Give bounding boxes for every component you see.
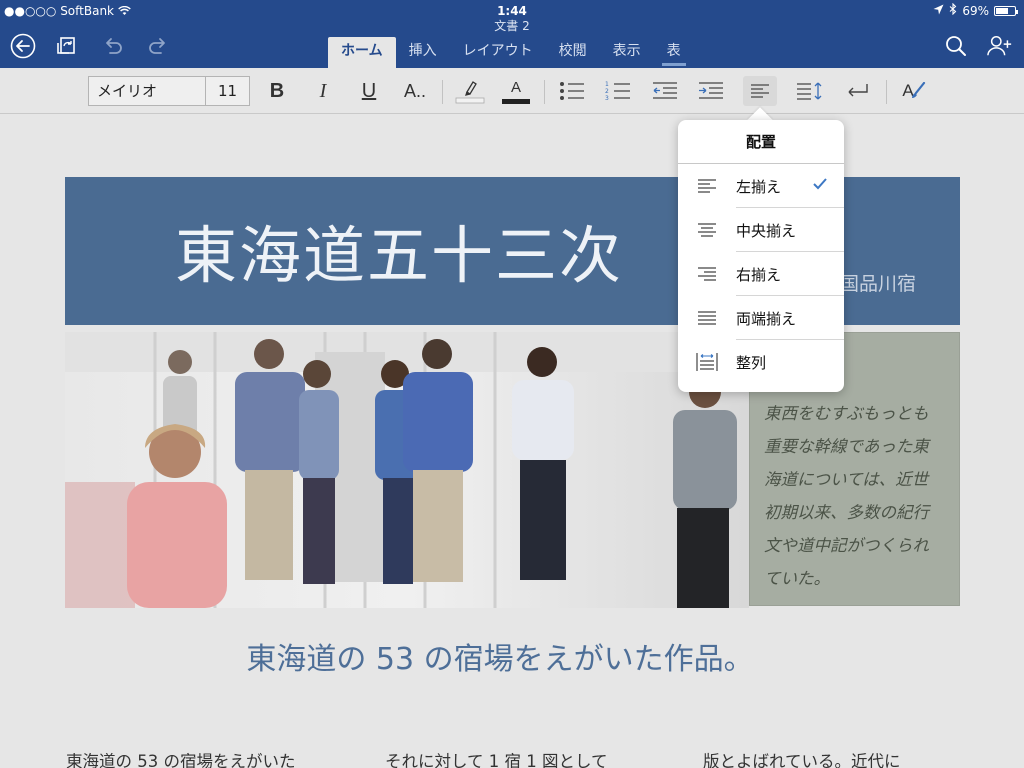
banner-title[interactable]: 東海道五十三次 — [175, 205, 623, 295]
align-left-icon — [751, 84, 769, 98]
tab-table[interactable]: 表 — [654, 37, 694, 68]
undo-icon[interactable] — [100, 33, 126, 59]
sidebar-line: 文や道中記がつくられ — [764, 536, 929, 555]
paintbrush-icon — [911, 82, 925, 98]
distributed-option[interactable]: 整列 — [678, 340, 844, 384]
option-label: 右揃え — [736, 265, 782, 284]
ribbon-toolbar: メイリオ 11 B I U A.. A 123 A — [0, 68, 1024, 114]
align-justify-option[interactable]: 両端揃え — [678, 296, 844, 340]
option-label: 左揃え — [736, 177, 782, 196]
bullet-list-button[interactable] — [555, 76, 589, 106]
option-label: 両端揃え — [736, 309, 797, 328]
font-color-button[interactable]: A — [499, 76, 533, 106]
font-picker[interactable]: メイリオ 11 — [88, 76, 250, 106]
tab-insert[interactable]: 挿入 — [396, 37, 450, 68]
alignment-popover: 配置 左揃え 中央揃え 右揃え 両端揃え 整列 — [678, 120, 844, 392]
svg-text:2: 2 — [605, 88, 609, 95]
redo-icon[interactable] — [145, 33, 171, 59]
highlight-button[interactable] — [453, 76, 487, 106]
checkmark-icon — [812, 176, 828, 195]
subheading[interactable]: 東海道の 53 の宿場をえがいた作品。 — [0, 634, 1000, 678]
font-size-field[interactable]: 11 — [206, 77, 249, 105]
align-right-icon — [698, 267, 716, 281]
line-spacing-icon — [797, 82, 822, 100]
body-column-3[interactable]: 版とよばれている。近代に — [703, 748, 901, 768]
decrease-indent-button[interactable] — [648, 76, 682, 106]
battery-fill — [996, 8, 1009, 14]
sidebar-line: 東西をむすぶもっとも — [764, 404, 929, 423]
numbered-list-button[interactable]: 123 — [601, 76, 635, 106]
sidebar-line: ていた。 — [764, 569, 830, 588]
sidebar-line: 海道については、近世 — [764, 470, 929, 489]
option-label: 中央揃え — [736, 221, 797, 240]
font-color-letter: A — [510, 78, 521, 96]
align-left-icon — [698, 179, 716, 193]
document-canvas[interactable]: 東海道五十三次 国品川宿 東西をむすぶもっとも 重要な幹線であった東 海道につい… — [0, 114, 1024, 768]
sync-document-icon[interactable] — [54, 33, 80, 59]
align-center-option[interactable]: 中央揃え — [678, 208, 844, 252]
numbered-list-icon: 123 — [605, 81, 630, 101]
paragraph-mark-button[interactable] — [841, 76, 875, 106]
ribbon-separator — [442, 80, 443, 104]
tab-home[interactable]: ホーム — [328, 37, 396, 68]
title-bar: ●●○○○ SoftBank 1:44 69% 文書 2 ホーム 挿入 レイアウ… — [0, 0, 1024, 68]
align-justify-icon — [698, 311, 716, 325]
document-title: 文書 2 — [494, 19, 530, 33]
more-format-button[interactable]: A.. — [398, 76, 432, 106]
increase-indent-button[interactable] — [694, 76, 728, 106]
bold-button[interactable]: B — [260, 76, 294, 106]
line-spacing-button[interactable] — [793, 76, 827, 106]
popover-title: 配置 — [678, 120, 844, 164]
search-icon[interactable] — [943, 33, 969, 59]
tab-review[interactable]: 校閲 — [546, 37, 600, 68]
sidebar-text: 東西をむすぶもっとも 重要な幹線であった東 海道については、近世 初期以来、多数… — [764, 397, 947, 595]
svg-text:1: 1 — [605, 81, 609, 88]
banner-subtitle[interactable]: 国品川宿 — [840, 269, 916, 296]
tab-layout[interactable]: レイアウト — [450, 37, 546, 68]
underline-button[interactable]: U — [352, 76, 386, 106]
increase-indent-icon — [699, 82, 723, 99]
align-center-icon — [698, 223, 716, 237]
body-column-2[interactable]: それに対して 1 宿 1 図として — [385, 748, 608, 768]
distributed-icon — [696, 353, 718, 371]
alignment-button[interactable] — [743, 76, 777, 106]
italic-button[interactable]: I — [306, 76, 340, 106]
sidebar-line: 初期以来、多数の紀行 — [764, 503, 929, 522]
font-name-field[interactable]: メイリオ — [89, 77, 206, 105]
ribbon-separator — [544, 80, 545, 104]
highlighter-icon — [455, 81, 485, 104]
add-person-icon[interactable] — [987, 33, 1013, 59]
office-people-photo[interactable] — [65, 332, 749, 608]
decrease-indent-icon — [653, 82, 677, 99]
back-arrow-circle-icon[interactable] — [10, 33, 36, 59]
body-column-1[interactable]: 東海道の 53 の宿場をえがいた — [66, 748, 296, 768]
ribbon-tabs: ホーム 挿入 レイアウト 校閲 表示 表 — [328, 37, 694, 68]
option-label: 整列 — [736, 353, 767, 372]
return-arrow-icon — [848, 84, 868, 97]
svg-text:3: 3 — [605, 95, 609, 101]
align-left-option[interactable]: 左揃え — [678, 164, 844, 208]
ribbon-separator — [886, 80, 887, 104]
battery-icon — [994, 6, 1018, 16]
align-right-option[interactable]: 右揃え — [678, 252, 844, 296]
bullet-list-icon — [560, 82, 584, 100]
sidebar-line: 重要な幹線であった東 — [764, 437, 929, 456]
font-color-swatch — [502, 98, 530, 104]
styles-button[interactable]: A — [897, 76, 931, 106]
tab-view[interactable]: 表示 — [600, 37, 654, 68]
